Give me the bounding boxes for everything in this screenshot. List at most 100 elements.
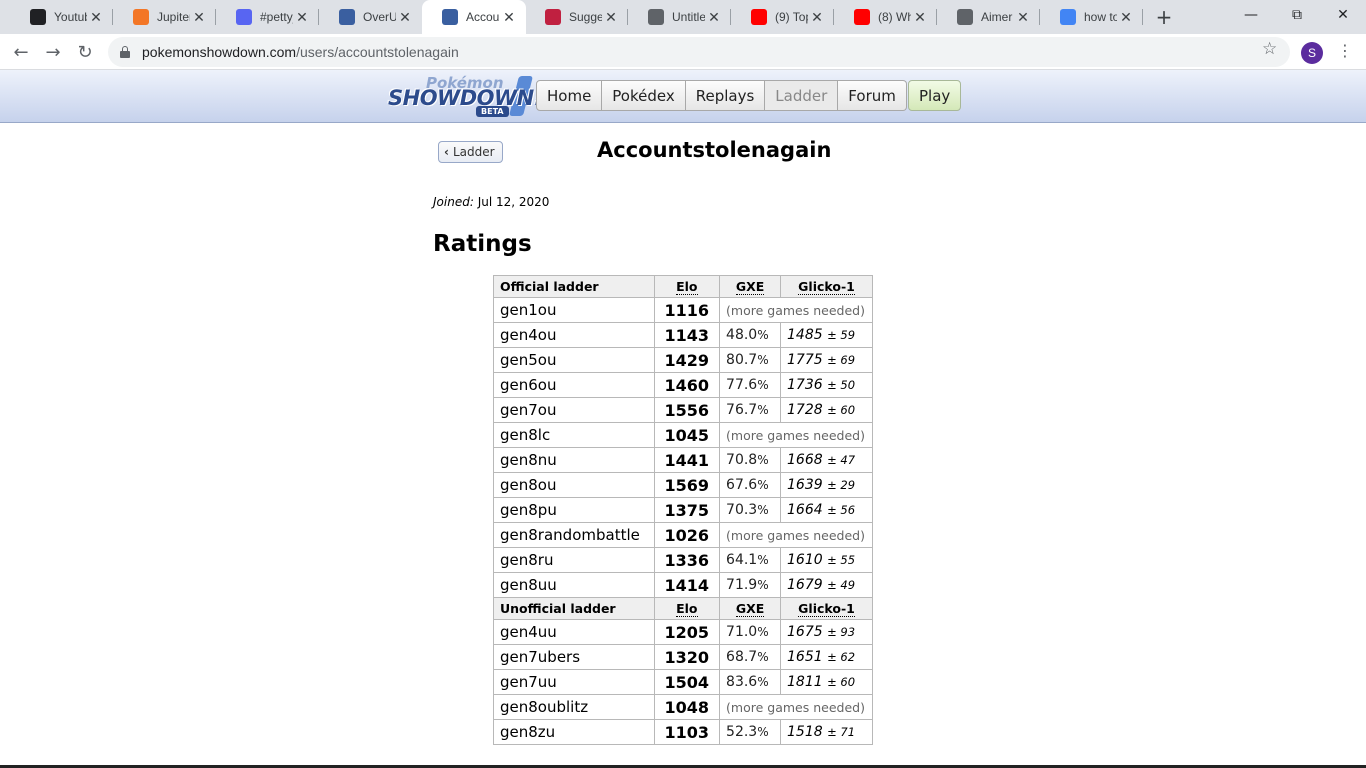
tab-close-icon[interactable]: ✕ — [190, 8, 208, 26]
browser-tab[interactable]: Jupiter ✕ — [113, 0, 216, 34]
tab-close-icon[interactable]: ✕ — [808, 8, 826, 26]
glicko-deviation: ± 62 — [827, 650, 856, 664]
reload-icon[interactable]: ↻ — [72, 39, 98, 65]
tab-title: (8) Wha — [878, 10, 911, 24]
tab-separator — [1142, 9, 1143, 25]
gxe-number: 52.3 — [726, 724, 758, 740]
browser-tab[interactable]: (9) Top✕ — [731, 0, 834, 34]
browser-tab[interactable]: Accoun✕ — [422, 0, 526, 34]
tab-title: (9) Top — [775, 10, 808, 24]
window-close-button[interactable]: ✕ — [1320, 0, 1366, 30]
gxe-value: 71.0% — [719, 619, 782, 645]
tab-close-icon[interactable]: ✕ — [705, 8, 723, 26]
nav-replays[interactable]: Replays — [685, 80, 766, 111]
table-row: gen1ou 1116 (more games needed) — [493, 297, 873, 323]
restore-button[interactable]: ⧉ — [1274, 0, 1320, 30]
browser-tab[interactable]: (8) Wha✕ — [834, 0, 937, 34]
browser-tab[interactable]: how to ✕ — [1040, 0, 1143, 34]
new-tab-button[interactable]: + — [1152, 5, 1176, 29]
format-name: gen8ou — [493, 472, 655, 498]
column-header-text: GXE — [735, 279, 765, 295]
page-title: Accountstolenagain — [597, 138, 832, 162]
nav-forum[interactable]: Forum — [838, 80, 907, 111]
gxe-number: 80.7 — [726, 352, 758, 368]
glicko-number: 1610 — [787, 552, 823, 568]
tab-close-icon[interactable]: ✕ — [396, 8, 414, 26]
joined-date: Jul 12, 2020 — [477, 195, 550, 209]
url-text[interactable]: pokemonshowdown.com/users/accountstolena… — [142, 44, 459, 60]
joined-info: Joined: Jul 12, 2020 — [433, 195, 549, 209]
menu-kebab-icon[interactable]: ⋮ — [1337, 41, 1353, 60]
minimize-button[interactable]: — — [1228, 0, 1274, 30]
glicko-deviation: ± 69 — [827, 353, 856, 367]
glicko-rating: 1664 ± 56 — [780, 497, 873, 523]
official-ladder-header: Official ladder Elo GXE Glicko-1 — [493, 275, 873, 298]
elo-rating: 1116 — [653, 297, 721, 323]
glicko-number: 1651 — [787, 649, 823, 665]
more-games-needed: (more games needed) — [719, 297, 873, 323]
glicko-deviation: ± 47 — [827, 453, 856, 467]
tab-close-icon[interactable]: ✕ — [1117, 8, 1135, 26]
lock-icon[interactable] — [120, 46, 130, 58]
format-name: gen5ou — [493, 347, 655, 373]
browser-tab[interactable]: #petty_✕ — [216, 0, 319, 34]
gxe-value: 71.9% — [719, 572, 782, 598]
percent-sign: % — [757, 725, 769, 739]
percent-sign: % — [757, 625, 769, 639]
browser-tab[interactable]: Untitled✕ — [628, 0, 731, 34]
back-to-ladder-button[interactable]: ‹ Ladder — [438, 141, 503, 163]
youtube-icon — [854, 9, 870, 25]
address-bar[interactable]: pokemonshowdown.com/users/accountstolena… — [108, 37, 1290, 67]
elo-rating: 1143 — [653, 322, 721, 348]
nav-ladder[interactable]: Ladder — [765, 80, 839, 111]
elo-rating: 1460 — [653, 372, 721, 398]
glicko-rating: 1811 ± 60 — [780, 669, 873, 695]
tab-close-icon[interactable]: ✕ — [602, 8, 620, 26]
format-name: gen8ru — [493, 547, 655, 573]
glicko-deviation: ± 93 — [827, 625, 856, 639]
gxe-number: 48.0 — [726, 327, 758, 343]
globe-icon — [957, 9, 973, 25]
chevron-left-icon: ‹ — [444, 145, 449, 159]
ratings-table: Official ladder Elo GXE Glicko-1 gen1ou 1116(… — [493, 275, 873, 745]
glicko-number: 1811 — [787, 674, 823, 690]
gxe-number: 83.6 — [726, 674, 758, 690]
nav-home[interactable]: Home — [536, 80, 603, 111]
column-header-glicko: Glicko-1 — [780, 597, 873, 620]
column-header-gxe: GXE — [719, 275, 782, 298]
browser-tab[interactable]: Youtube✕ — [10, 0, 113, 34]
format-name: gen8oublitz — [493, 694, 655, 720]
tab-close-icon[interactable]: ✕ — [500, 8, 518, 26]
browser-tab[interactable]: Aimer -✕ — [937, 0, 1040, 34]
format-name: gen7ou — [493, 397, 655, 423]
gxe-value: 76.7% — [719, 397, 782, 423]
smogon-icon — [442, 9, 458, 25]
glicko-rating: 1485 ± 59 — [780, 322, 873, 348]
format-name: gen4uu — [493, 619, 655, 645]
profile-avatar[interactable]: S — [1301, 42, 1323, 64]
more-games-needed: (more games needed) — [719, 422, 873, 448]
gxe-number: 76.7 — [726, 402, 758, 418]
tab-close-icon[interactable]: ✕ — [293, 8, 311, 26]
table-row: gen8ru 1336 64.1% 1610 ± 55 — [493, 547, 873, 573]
back-arrow-icon[interactable]: ← — [8, 39, 34, 65]
browser-tab[interactable]: OverUs✕ — [319, 0, 422, 34]
gxe-number: 70.3 — [726, 502, 758, 518]
column-header-text: Elo — [676, 601, 698, 617]
browser-tab[interactable]: Sugges✕ — [525, 0, 628, 34]
tab-close-icon[interactable]: ✕ — [87, 8, 105, 26]
play-button[interactable]: Play — [908, 80, 962, 111]
bookmark-star-icon[interactable]: ☆ — [1262, 39, 1277, 59]
forward-arrow-icon[interactable]: → — [40, 39, 66, 65]
nav-pokdex[interactable]: Pokédex — [602, 80, 686, 111]
tab-title: Aimer - — [981, 10, 1014, 24]
section-label: Unofficial ladder — [493, 597, 655, 620]
gxe-value: 77.6% — [719, 372, 782, 398]
tab-close-icon[interactable]: ✕ — [1014, 8, 1032, 26]
gxe-value: 80.7% — [719, 347, 782, 373]
tab-title: #petty_ — [260, 10, 293, 24]
tab-close-icon[interactable]: ✕ — [911, 8, 929, 26]
unofficial-ladder-header: Unofficial ladder Elo GXE Glicko-1 — [493, 597, 873, 620]
format-name: gen8nu — [493, 447, 655, 473]
showdown-logo[interactable]: Pokémon SHOWDOWN! BETA — [386, 74, 543, 120]
